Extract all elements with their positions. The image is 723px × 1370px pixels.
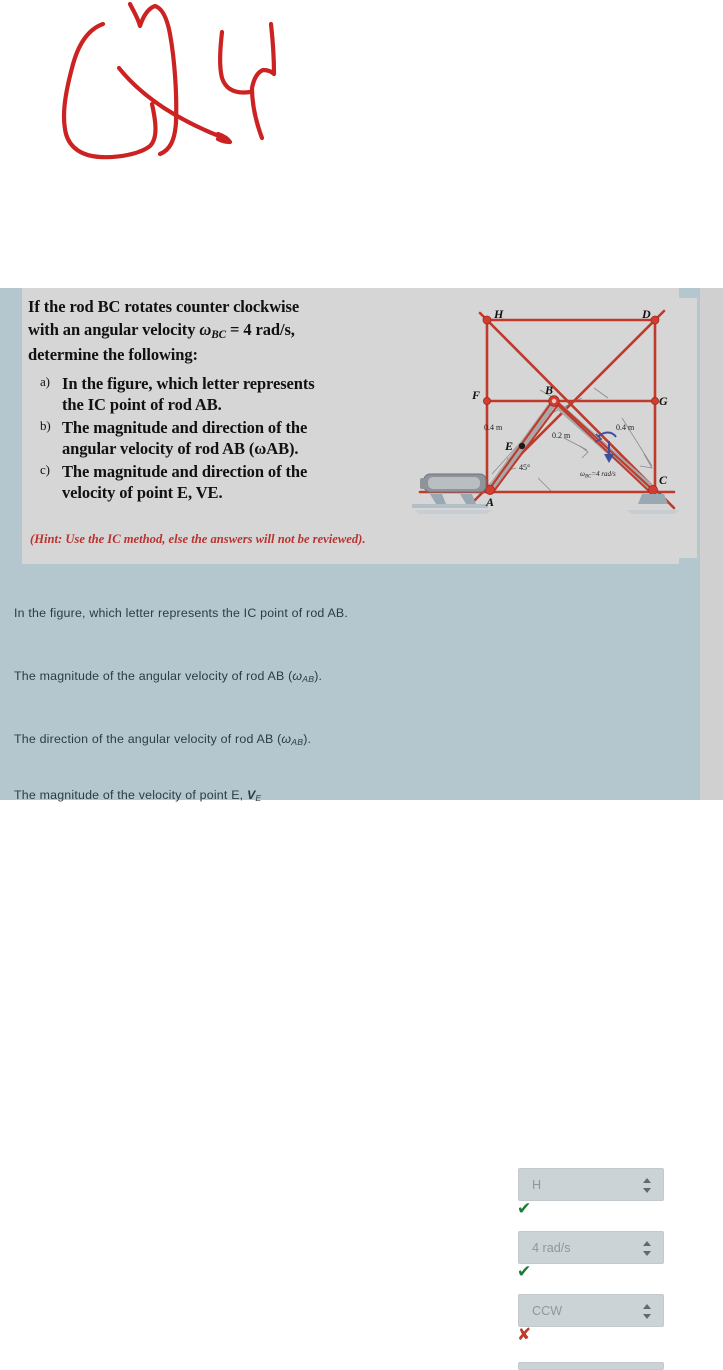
answer-select-wrap-1[interactable]: H	[518, 1168, 664, 1201]
screenshot-root: If the rod BC rotates counter clockwise …	[0, 0, 723, 1370]
problem-item-b: b) The magnitude and direction of the an…	[28, 417, 448, 460]
dim-right-label: 0.4 m	[616, 423, 635, 432]
question-label-3-pre: The direction of the angular velocity of…	[14, 732, 282, 746]
question-label-4-sub: E	[255, 793, 262, 804]
question-label-3-sym: ω	[281, 732, 292, 746]
question-label-2-post: ).	[314, 669, 323, 683]
dim-mid-label: 0.2 m	[552, 431, 571, 440]
answer-value-1: H	[532, 1178, 542, 1192]
question-label-3: The direction of the angular velocity of…	[14, 732, 312, 748]
problem-image: If the rod BC rotates counter clockwise …	[22, 288, 697, 564]
question-label-2-sym: ω	[292, 669, 303, 683]
problem-item-a: a) In the figure, which letter represent…	[28, 373, 448, 416]
answer-value-2: 4 rad/s	[532, 1241, 571, 1255]
label-E: E	[504, 439, 513, 453]
status-badge-correct-2: ✔	[517, 1262, 532, 1282]
label-F: F	[471, 388, 480, 402]
answer-value-3: CCW	[532, 1304, 563, 1318]
problem-line-2-post: = 4 rad/s,	[226, 320, 295, 340]
handwriting-canvas	[0, 0, 723, 288]
answer-select-3[interactable]: CCW	[518, 1294, 664, 1327]
form-right-filler	[700, 570, 723, 800]
label-A: A	[485, 495, 494, 509]
item-b-line2: angular velocity of rod AB (ωAB).	[62, 439, 299, 459]
item-a-line1: In the figure, which letter represents	[62, 374, 315, 394]
chevron-updown-icon-3[interactable]	[642, 1304, 651, 1319]
label-B: B	[544, 383, 553, 397]
item-c-marker: c)	[40, 461, 50, 477]
answer-select-wrap-2[interactable]: 4 rad/s	[518, 1231, 664, 1264]
answer-select-2[interactable]: 4 rad/s	[518, 1231, 664, 1264]
point-E-marker	[518, 442, 526, 450]
panel-right-filler	[700, 288, 723, 570]
question-label-3-sub: AB	[291, 737, 304, 748]
item-c-line1: The magnitude and direction of the	[62, 461, 308, 481]
problem-line-2-pre: with an angular velocity	[28, 320, 200, 340]
item-c-line2: velocity of point E, VE.	[62, 483, 223, 503]
item-b-line1: The magnitude and direction of the	[62, 417, 308, 437]
question-label-1: In the figure, which letter represents t…	[14, 606, 349, 620]
answer-select-4[interactable]	[518, 1362, 664, 1370]
omega-subscript: BC	[211, 328, 226, 341]
label-D: D	[641, 307, 651, 321]
problem-sub-questions: a) In the figure, which letter represent…	[28, 373, 448, 504]
label-H: H	[493, 307, 504, 321]
question-row-4: The magnitude of the velocity of point E…	[14, 786, 514, 804]
red-scribble-icon	[61, 1, 277, 160]
question-row-3: The direction of the angular velocity of…	[14, 730, 514, 748]
answer-select-1[interactable]: H	[518, 1168, 664, 1201]
question-label-2-pre: The magnitude of the angular velocity of…	[14, 669, 293, 683]
label-C: C	[659, 473, 668, 487]
problem-image-panel: If the rod BC rotates counter clockwise …	[0, 288, 723, 570]
chevron-updown-icon-1[interactable]	[642, 1178, 651, 1193]
answer-select-wrap-4[interactable]	[518, 1362, 664, 1370]
dim-left-label: 0.4 m	[484, 423, 503, 432]
question-label-2-sub: AB	[302, 674, 315, 685]
question-label-2: The magnitude of the angular velocity of…	[14, 669, 323, 685]
problem-line-1: If the rod BC rotates counter clockwise	[28, 297, 300, 316]
item-b-marker: b)	[40, 417, 51, 433]
status-badge-correct-1: ✔	[517, 1199, 532, 1219]
question-label-3-post: ).	[303, 732, 312, 746]
answers-form: In the figure, which letter represents t…	[0, 570, 723, 1370]
question-row-2: The magnitude of the angular velocity of…	[14, 667, 514, 685]
angle-label: 45°	[519, 463, 530, 472]
answer-select-wrap-3[interactable]: CCW	[518, 1294, 664, 1327]
mechanism-figure: H D F G B E A C 0.4 m 0.2 m 0.4 m 45° ωB…	[412, 298, 697, 558]
item-a-marker: a)	[40, 374, 50, 390]
problem-item-c: c) The magnitude and direction of the ve…	[28, 461, 448, 504]
question-row-1: In the figure, which letter represents t…	[14, 604, 514, 622]
label-G: G	[659, 394, 668, 408]
omega-symbol: ω	[199, 320, 212, 340]
problem-statement: If the rod BC rotates counter clockwise …	[28, 296, 448, 505]
chevron-updown-icon-2[interactable]	[642, 1241, 651, 1256]
item-a-line2: the IC point of rod AB.	[62, 395, 222, 415]
status-badge-incorrect-3: ✘	[517, 1325, 532, 1345]
problem-line-2: with an angular velocity ωBC = 4 rad/s,	[28, 319, 448, 343]
problem-line-3: determine the following:	[28, 344, 198, 364]
